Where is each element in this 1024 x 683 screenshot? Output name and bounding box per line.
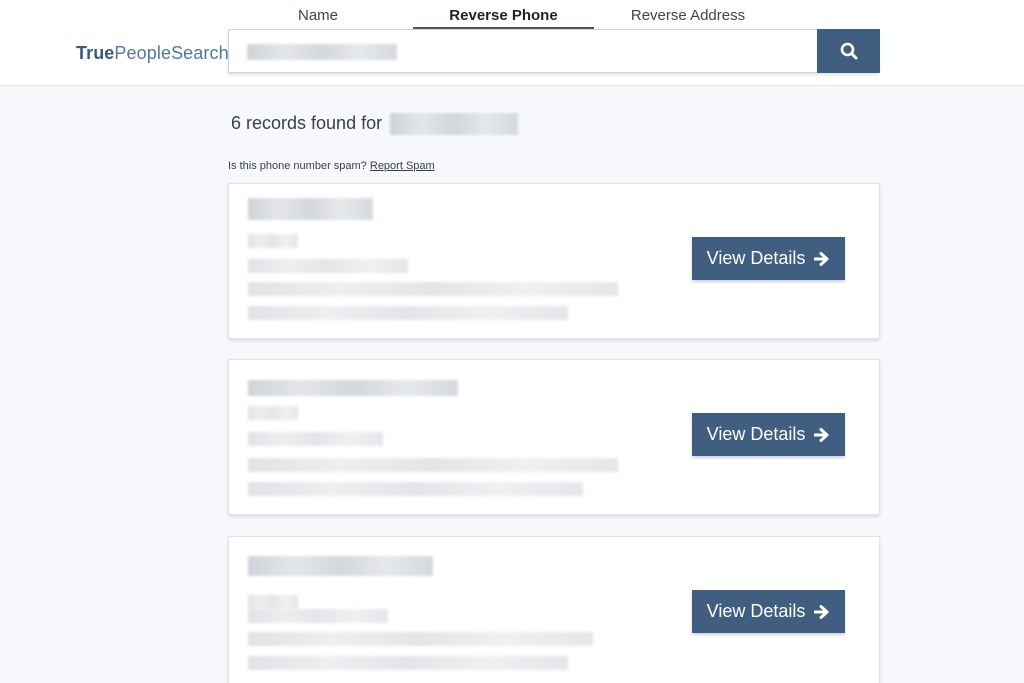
redacted-age xyxy=(248,406,298,420)
tab-reverse-address[interactable]: Reverse Address xyxy=(608,4,768,29)
view-details-label: View Details xyxy=(706,424,806,444)
site-header: Name Reverse Phone Reverse Address TrueP… xyxy=(0,0,1024,86)
redacted-name xyxy=(248,556,433,576)
result-card: View Details xyxy=(228,359,880,515)
view-details-button[interactable]: View Details xyxy=(692,413,845,456)
search-bar xyxy=(228,29,880,73)
spam-question: Is this phone number spam? xyxy=(228,160,367,172)
redacted-details xyxy=(248,458,618,472)
redacted-name xyxy=(248,198,373,220)
view-details-button[interactable]: View Details xyxy=(692,590,845,633)
arrow-right-icon xyxy=(814,427,829,442)
logo-text: PeopleSearch xyxy=(114,43,229,63)
search-icon xyxy=(840,42,857,60)
arrow-right-icon xyxy=(814,251,829,266)
redacted-details xyxy=(248,482,583,496)
arrow-right-icon xyxy=(814,604,829,619)
report-spam-link[interactable]: Report Spam xyxy=(370,160,435,172)
result-card: View Details xyxy=(228,183,880,339)
view-details-button[interactable]: View Details xyxy=(692,237,845,280)
result-card: View Details xyxy=(228,536,880,683)
view-details-label: View Details xyxy=(706,601,806,621)
redacted-details xyxy=(248,656,568,670)
redacted-name xyxy=(248,380,458,396)
redacted-age xyxy=(248,234,298,248)
redacted-details xyxy=(248,306,568,320)
tab-reverse-phone[interactable]: Reverse Phone xyxy=(413,4,594,29)
search-type-tabs: Name Reverse Phone Reverse Address xyxy=(228,4,778,30)
redacted-details xyxy=(248,632,593,646)
redacted-location xyxy=(248,259,408,273)
spam-prompt: Is this phone number spam? Report Spam xyxy=(228,160,435,172)
redacted-location xyxy=(248,609,388,623)
site-logo[interactable]: TruePeopleSearch xyxy=(76,43,229,64)
redacted-search-text xyxy=(247,44,397,60)
tab-name[interactable]: Name xyxy=(268,4,368,29)
logo-bold-text: True xyxy=(76,43,115,63)
view-details-label: View Details xyxy=(706,248,806,268)
redacted-details xyxy=(248,282,618,296)
results-count: 6 records found for xyxy=(231,113,383,133)
redacted-phone-number xyxy=(390,113,518,135)
search-button[interactable] xyxy=(817,29,880,73)
redacted-age xyxy=(248,595,298,609)
redacted-location xyxy=(248,432,383,446)
